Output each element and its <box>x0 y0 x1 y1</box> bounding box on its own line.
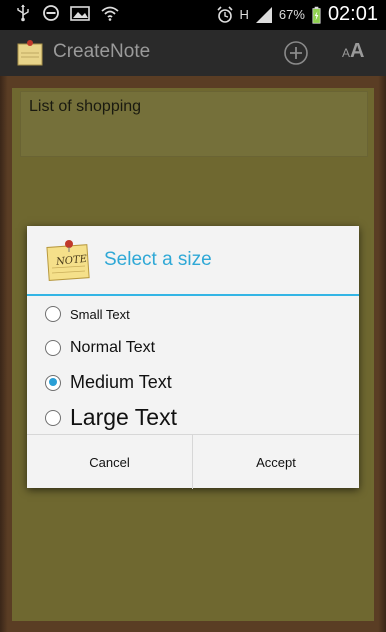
option-label: Medium Text <box>70 372 172 392</box>
option-normal-text[interactable]: Normal Text <box>45 339 155 357</box>
status-bar-right: H 67% 02:01 <box>216 3 378 26</box>
size-dialog: NOTE Select a size Small Text Normal Tex… <box>27 226 359 489</box>
alarm-icon <box>216 5 233 23</box>
radio-medium-text[interactable] <box>45 374 61 391</box>
option-medium-text[interactable]: Medium Text <box>45 372 172 393</box>
dialog-button-row: Cancel Accept <box>27 434 359 489</box>
signal-icon <box>255 6 272 23</box>
note-icon: NOTE <box>46 240 90 281</box>
radio-small-text[interactable] <box>45 306 61 322</box>
battery-percent: 67% <box>278 7 305 22</box>
option-label: Small Text <box>70 306 130 322</box>
font-size-large-glyph: A <box>350 40 365 62</box>
note-text: List of shopping <box>29 98 142 115</box>
dialog-divider <box>27 294 359 296</box>
app-title: CreateNote <box>53 41 151 62</box>
do-not-disturb-icon <box>43 5 59 21</box>
battery-charging-icon <box>312 6 321 24</box>
radio-large-text[interactable] <box>45 409 61 426</box>
add-note-icon[interactable] <box>283 40 309 66</box>
option-label: Normal Text <box>70 339 156 356</box>
note-text-field[interactable]: List of shopping <box>20 91 368 157</box>
app-note-icon <box>17 40 43 66</box>
option-small-text[interactable]: Small Text <box>45 306 130 322</box>
network-type-label: H <box>239 7 249 22</box>
wifi-icon <box>101 6 119 21</box>
dialog-header: NOTE Select a size <box>27 226 359 294</box>
option-label: Large Text <box>70 404 177 430</box>
radio-normal-text[interactable] <box>45 340 61 356</box>
clock: 02:01 <box>327 3 378 25</box>
font-size-small-glyph: A <box>342 46 351 60</box>
status-bar: H 67% 02:01 <box>0 0 386 30</box>
dialog-title: Select a size <box>104 249 212 270</box>
cancel-button[interactable]: Cancel <box>27 435 193 489</box>
action-bar: CreateNote AA <box>0 30 386 76</box>
accept-button[interactable]: Accept <box>193 435 359 489</box>
usb-icon <box>17 4 29 22</box>
gallery-icon <box>70 6 90 21</box>
status-bar-left <box>14 4 120 22</box>
font-size-button[interactable]: AA <box>342 40 364 63</box>
option-large-text[interactable]: Large Text <box>45 404 177 431</box>
